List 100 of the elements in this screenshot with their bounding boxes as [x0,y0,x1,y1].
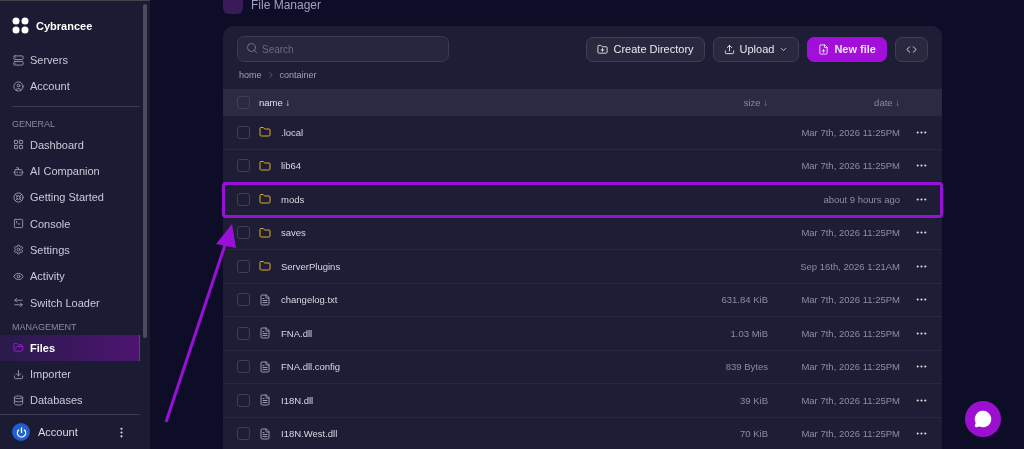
download-icon [13,368,24,380]
file-name: mods [280,193,306,205]
folder-plus-icon [597,43,609,55]
avatar[interactable] [12,423,30,441]
section-heading: MANAGEMENT [11,320,78,334]
search-field[interactable]: Search [237,36,449,62]
column-header[interactable]: size ↓ [658,96,768,108]
nav-item[interactable]: Getting Started [0,184,140,211]
file-date: Mar 7th, 2026 11:25PM [800,394,900,406]
nav-item[interactable]: Account [0,73,140,100]
nav-item[interactable]: Importer [0,360,140,388]
robot-icon [13,165,24,177]
file-row[interactable]: lib64 Mar 7th, 2026 11:25PM [223,149,942,183]
file-row[interactable]: FNA.dll 1.03 MiB Mar 7th, 2026 11:25PM [223,317,942,351]
nav-item[interactable]: Switch Loader [0,289,140,316]
chat-button[interactable] [965,401,1001,437]
folder-icon [259,126,271,139]
checkbox[interactable] [237,259,250,273]
nav-item[interactable]: Servers [0,47,140,74]
file-row[interactable]: I18N.West.dll 70 KiB Mar 7th, 2026 11:25PM [223,417,942,449]
code-button[interactable] [895,36,928,62]
page-icon [223,0,243,14]
file-name: FNA.dll [280,327,314,339]
file-row[interactable]: .local Mar 7th, 2026 11:25PM [223,116,942,150]
checkbox[interactable] [237,159,250,173]
nav-item[interactable]: Activity [0,263,140,290]
checkbox[interactable] [237,360,250,374]
new-file-button[interactable]: New file [807,36,887,62]
nav-item[interactable]: Settings [0,236,140,264]
file-name: changelog.txt [280,294,339,306]
file-icon [259,293,271,306]
account-name: Account [38,426,79,438]
file-row[interactable]: mods about 9 hours ago [223,183,942,217]
grid-icon [13,139,24,151]
file-date: Mar 7th, 2026 11:25PM [800,126,900,138]
column-header[interactable]: name ↓ [259,96,658,108]
folder-icon [259,193,271,206]
file-name: ServerPlugins [280,260,342,272]
file-size: 39 KiB [739,394,768,406]
checkbox[interactable] [237,326,250,340]
breadcrumb-link[interactable]: container [279,70,317,80]
file-name: lib64 [280,160,303,172]
folder-icon [13,342,24,354]
checkbox[interactable] [237,125,250,139]
file-name: FNA.dll.config [280,361,342,373]
checkbox[interactable] [237,293,250,307]
file-date: Mar 7th, 2026 11:25PM [800,294,900,306]
nav-item[interactable]: Dashboard [0,131,140,158]
file-icon [259,427,271,440]
nav-item[interactable]: AI Companion [0,157,140,185]
nav-item[interactable]: Files [0,334,140,361]
file-date: about 9 hours ago [822,193,900,205]
file-name: .local [280,126,305,138]
file-date: Mar 7th, 2026 11:25PM [800,327,900,339]
checkbox[interactable] [237,393,250,407]
nav-item[interactable]: Console [0,210,140,237]
code-icon [906,43,917,55]
folder-icon [259,226,271,239]
settings-icon [13,244,24,256]
file-date: Mar 7th, 2026 11:25PM [800,428,900,440]
folder-icon [259,159,271,172]
search-icon [246,42,258,54]
scrollbar[interactable] [143,4,147,338]
user-icon [13,80,24,92]
folder-icon [259,260,271,273]
file-plus-icon [818,43,830,55]
breadcrumb-link[interactable]: home [239,70,262,80]
checkbox[interactable] [237,427,250,441]
file-name: I18N.dll [280,394,315,406]
file-date: Mar 7th, 2026 11:25PM [800,227,900,239]
file-name: saves [280,227,307,239]
upload-icon [723,43,735,55]
lifebuoy-icon [13,191,24,203]
file-row[interactable]: I18N.dll 39 KiB Mar 7th, 2026 11:25PM [223,384,942,418]
file-row[interactable]: ServerPlugins Sep 16th, 2026 1:21AM [223,250,942,284]
eye-icon [13,270,24,282]
file-date: Sep 16th, 2026 1:21AM [799,260,900,272]
brand-name: Cybrancee [36,20,93,32]
file-icon [259,327,271,340]
file-icon [259,394,271,407]
section-heading: GENERAL [11,117,56,131]
file-size: 1.03 MiB [729,327,768,339]
file-row[interactable]: FNA.dll.config 839 Bytes Mar 7th, 2026 11:25PM [223,350,942,384]
file-name: I18N.West.dll [280,428,339,440]
create-directory-button[interactable]: Create Directory [586,36,705,62]
column-header[interactable]: date ↓ [768,96,900,108]
file-row[interactable]: changelog.txt 631.84 KiB Mar 7th, 2026 11:25PM [223,283,942,317]
page-title: File Manager [251,0,322,12]
server-icon [13,54,24,66]
file-size: 631.84 KiB [720,294,768,306]
nav-item[interactable]: Databases [0,387,140,414]
file-icon [259,360,271,373]
file-size: 70 KiB [739,428,768,440]
logo-icon [12,17,30,35]
upload-button[interactable]: Upload [712,36,800,62]
file-date: Mar 7th, 2026 11:25PM [800,160,900,172]
checkbox[interactable] [237,192,250,206]
arrows-icon [13,297,24,308]
terminal-icon [13,218,24,230]
checkbox[interactable] [237,226,250,240]
